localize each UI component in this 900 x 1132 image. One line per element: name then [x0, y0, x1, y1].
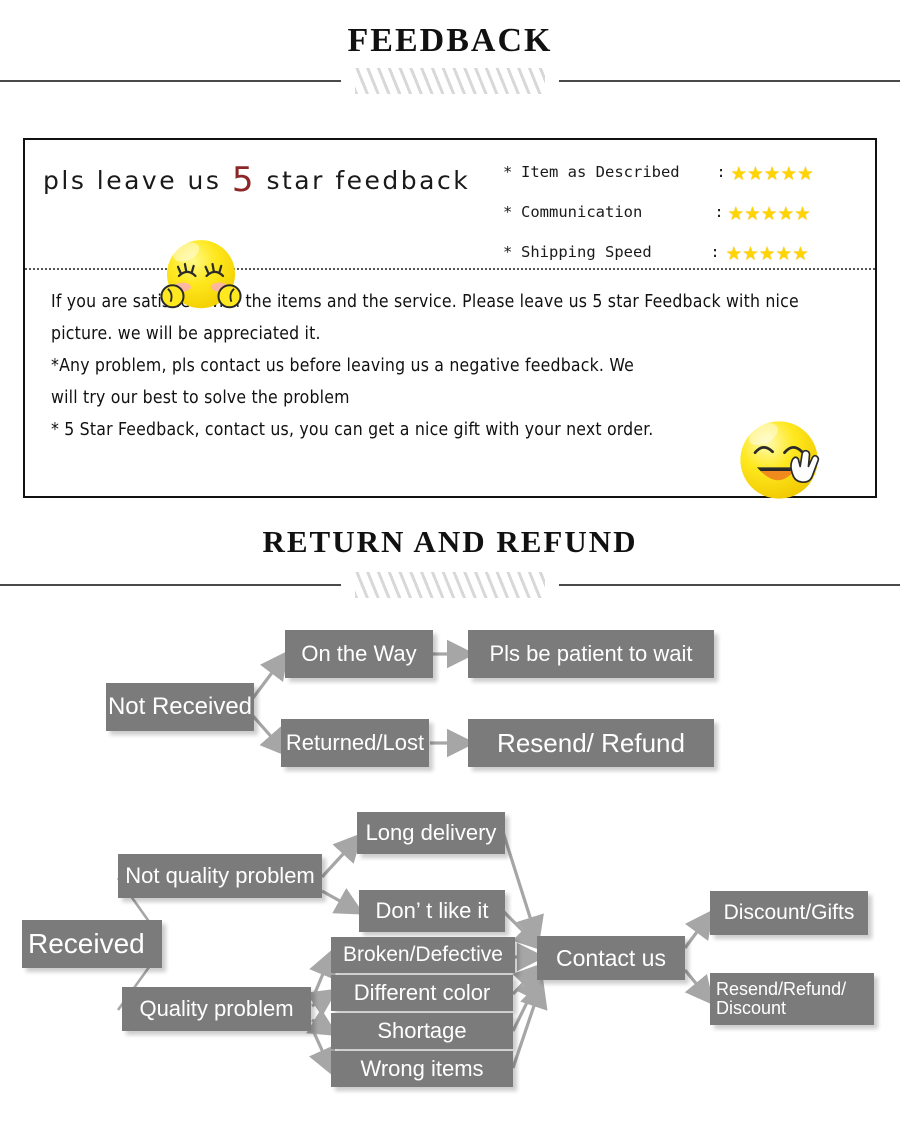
divider-rule-left	[0, 80, 341, 82]
divider-rule-left	[0, 584, 341, 586]
headline-text-after: star feedback	[256, 166, 471, 195]
divider-hatch-pattern	[355, 572, 545, 598]
asterisk-icon: *	[503, 163, 513, 181]
feedback-body-line: * 5 Star Feedback, contact us, you can g…	[51, 420, 654, 440]
page-title-return-and-refund: RETURN AND REFUND	[262, 524, 638, 559]
rating-row-shipping-speed: * Shipping Speed : ★★★★★	[503, 232, 814, 272]
flow-node-long-delivery[interactable]: Long delivery	[357, 812, 505, 854]
rating-colon: :	[714, 203, 724, 221]
flow-node-wrong-items[interactable]: Wrong items	[331, 1051, 513, 1087]
flow-node-pls-be-patient-to-wait[interactable]: Pls be patient to wait	[468, 630, 714, 678]
flow-node-broken-defective[interactable]: Broken/Defective	[331, 937, 515, 973]
flow-node-contact-us[interactable]: Contact us	[537, 936, 685, 980]
page-title-feedback: FEEDBACK	[347, 22, 553, 59]
flow-node-different-color[interactable]: Different color	[331, 975, 513, 1011]
smiling-face-with-peace-sign-emoji	[740, 421, 820, 499]
rating-row-communication: * Communication : ★★★★★	[503, 192, 814, 232]
asterisk-icon: *	[503, 243, 513, 261]
feedback-panel-top: pls leave us 5 star feedback * Item as D…	[25, 140, 875, 270]
headline-star-count: 5	[231, 160, 257, 200]
divider-rule-right	[559, 584, 900, 586]
return-refund-flowchart: Not Received On the Way Pls be patient t…	[0, 600, 900, 1110]
star-rating-icon: ★★★★★	[726, 237, 810, 267]
flow-node-quality-problem[interactable]: Quality problem	[122, 987, 311, 1031]
feedback-panel: pls leave us 5 star feedback * Item as D…	[23, 138, 877, 499]
return-divider	[0, 572, 900, 598]
divider-hatch-pattern	[355, 68, 545, 94]
rating-list: * Item as Described : ★★★★★ * Communicat…	[503, 152, 814, 272]
flow-node-resend-refund[interactable]: Resend/ Refund	[468, 719, 714, 767]
feedback-body-line: picture. we will be appreciated it.	[51, 324, 321, 344]
flow-node-not-received[interactable]: Not Received	[106, 683, 254, 731]
feedback-body-line: will try our best to solve the problem	[51, 388, 350, 408]
rating-colon: :	[710, 243, 720, 261]
feedback-divider	[0, 68, 900, 94]
rating-label: Item as Described	[521, 163, 680, 181]
flow-node-shortage[interactable]: Shortage	[331, 1013, 513, 1049]
divider-rule-right	[559, 80, 900, 82]
shy-blushing-face-emoji	[160, 240, 242, 309]
flow-node-dont-like-it[interactable]: Don’ t like it	[359, 890, 505, 932]
flow-node-discount-gifts[interactable]: Discount/Gifts	[710, 891, 868, 935]
rating-label: Shipping Speed	[521, 243, 652, 261]
feedback-headline: pls leave us 5 star feedback	[43, 160, 470, 200]
flow-node-on-the-way[interactable]: On the Way	[285, 630, 433, 678]
flow-node-returned-lost[interactable]: Returned/Lost	[281, 719, 429, 767]
rating-colon: :	[716, 163, 726, 181]
feedback-body-line: *Any problem, pls contact us before leav…	[51, 356, 634, 376]
star-rating-icon: ★★★★★	[728, 197, 812, 227]
star-rating-icon: ★★★★★	[731, 157, 815, 187]
rating-label: Communication	[521, 203, 643, 221]
asterisk-icon: *	[503, 203, 513, 221]
flow-node-received[interactable]: Received	[22, 920, 162, 968]
flow-node-resend-refund-discount[interactable]: Resend/Refund/ Discount	[710, 973, 874, 1025]
headline-text-before: pls leave us	[43, 166, 232, 195]
flow-node-not-quality-problem[interactable]: Not quality problem	[118, 854, 322, 898]
rating-row-item-as-described: * Item as Described : ★★★★★	[503, 152, 814, 192]
